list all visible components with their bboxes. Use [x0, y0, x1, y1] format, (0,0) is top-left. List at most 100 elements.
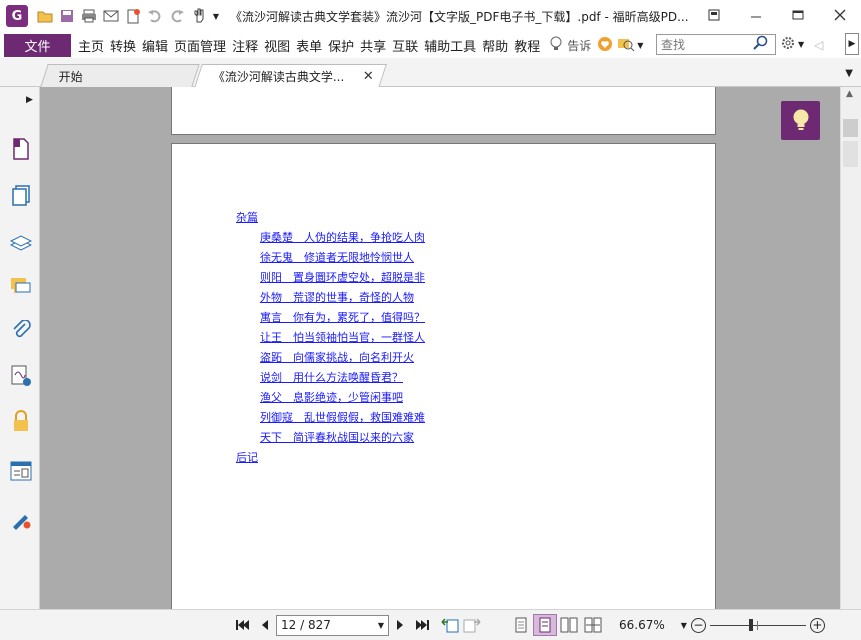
page-thumbnails-icon[interactable]: [9, 184, 33, 208]
menu-item-organize[interactable]: 页面管理: [171, 36, 229, 55]
scrollbar-track[interactable]: [843, 141, 858, 167]
previous-page-icon[interactable]: [254, 614, 276, 636]
zoom-slider[interactable]: [709, 615, 806, 635]
print-icon[interactable]: [78, 5, 100, 27]
tell-me-box[interactable]: 告诉: [549, 36, 591, 55]
next-view-icon[interactable]: [461, 614, 483, 636]
toc-chapter-link[interactable]: 徐无鬼 修道者无限地怜悯世人: [236, 248, 425, 268]
toc-chapter-link[interactable]: 渔父 息影绝迹，少管闲事吧: [236, 388, 425, 408]
toc-chapter-link[interactable]: 列御寇 乱世假假假，救国难难难: [236, 408, 425, 428]
open-folder-icon[interactable]: [34, 5, 56, 27]
chevron-left-icon[interactable]: ◁: [814, 38, 823, 52]
menu-item-protect[interactable]: 保护: [325, 36, 357, 55]
menu-item-comment[interactable]: 注释: [229, 36, 261, 55]
menu-item-home[interactable]: 主页: [75, 36, 107, 55]
lock-icon[interactable]: [9, 409, 33, 433]
menu-item-edit[interactable]: 编辑: [139, 36, 171, 55]
last-page-icon[interactable]: [411, 614, 433, 636]
table-of-contents: 杂篇 庚桑楚 人伪的结果，争抢吃人肉 徐无鬼 修道者无限地怜悯世人 则阳 置身圜环虚空…: [236, 208, 425, 468]
ribbon-expand-chevron-right-icon[interactable]: ▶: [845, 33, 859, 55]
minimize-icon[interactable]: [735, 0, 777, 30]
bookmark-icon[interactable]: [9, 137, 33, 161]
form-fields-icon[interactable]: [9, 459, 33, 483]
tips-lightbulb-icon[interactable]: [781, 101, 820, 140]
document-view[interactable]: 杂篇 庚桑楚 人伪的结果，争抢吃人肉 徐无鬼 修道者无限地怜悯世人 则阳 置身圜环虚空…: [40, 87, 840, 609]
previous-view-icon[interactable]: [439, 614, 461, 636]
find-options-icon[interactable]: [617, 36, 637, 55]
toc-chapter-link[interactable]: 则阳 置身圜环虚空处，超脱是非: [236, 268, 425, 288]
zoom-slider-center-tick: [756, 621, 758, 630]
tab-start-label: 开始: [58, 69, 83, 84]
continuous-facing-view-icon[interactable]: [581, 614, 605, 636]
menu-item-connect[interactable]: 互联: [389, 36, 421, 55]
tab-list-chevron-down-icon[interactable]: ▼: [845, 68, 853, 79]
next-page-icon[interactable]: [389, 614, 411, 636]
toc-chapter-link[interactable]: 天下 简评春秋战国以来的六家: [236, 428, 425, 448]
zoom-slider-handle[interactable]: [748, 619, 753, 631]
customize-toolbar-chevron-down-icon[interactable]: ▼: [210, 5, 222, 27]
certify-pen-icon[interactable]: [9, 507, 33, 531]
first-page-icon[interactable]: [232, 614, 254, 636]
menu-item-share[interactable]: 共享: [357, 36, 389, 55]
menu-item-view[interactable]: 视图: [261, 36, 293, 55]
tab-document[interactable]: 《流沙河解读古典文学... ✕: [194, 64, 387, 88]
toc-section-link[interactable]: 杂篇: [236, 208, 425, 228]
single-page-view-icon[interactable]: [509, 614, 533, 636]
tab-start[interactable]: 开始: [40, 64, 200, 87]
scrollbar-thumb[interactable]: [843, 119, 858, 137]
scroll-up-arrow-icon[interactable]: ▲: [846, 89, 853, 99]
toc-chapter-link[interactable]: 寓言 你有为，累死了，值得吗？: [236, 308, 425, 328]
vertical-scrollbar[interactable]: ▲: [840, 87, 861, 609]
close-icon[interactable]: [819, 0, 861, 30]
email-icon[interactable]: [100, 5, 122, 27]
document-tab-bar: 开始 《流沙河解读古典文学... ✕ ▼: [0, 58, 861, 88]
toc-section-link[interactable]: 后记: [236, 448, 425, 468]
menu-item-form[interactable]: 表单: [293, 36, 325, 55]
attachment-paperclip-icon[interactable]: [9, 319, 33, 343]
new-document-icon[interactable]: [122, 5, 144, 27]
zoom-level-value[interactable]: 66.67%: [619, 618, 665, 632]
layers-icon[interactable]: [9, 231, 33, 255]
signature-panel-icon[interactable]: [9, 364, 33, 388]
continuous-page-view-icon[interactable]: [533, 614, 557, 636]
menu-item-help[interactable]: 帮助: [479, 36, 511, 55]
settings-chevron-down-icon[interactable]: ▼: [798, 40, 804, 49]
toc-chapter-link[interactable]: 盗跖 向儒家挑战，向名利开火: [236, 348, 425, 368]
quick-access-toolbar: ▼: [34, 5, 222, 27]
zoom-in-icon[interactable]: +: [809, 617, 825, 633]
search-icon[interactable]: [753, 35, 769, 54]
facing-page-view-icon[interactable]: [557, 614, 581, 636]
current-page: 杂篇 庚桑楚 人伪的结果，争抢吃人肉 徐无鬼 修道者无限地怜悯世人 则阳 置身圜环虚空…: [171, 143, 716, 609]
heart-icon[interactable]: [597, 36, 613, 55]
app-logo-icon[interactable]: G: [6, 5, 28, 27]
toc-chapter-link[interactable]: 庚桑楚 人伪的结果，争抢吃人肉: [236, 228, 425, 248]
zoom-out-icon[interactable]: −: [690, 617, 706, 633]
page-list-chevron-down-icon[interactable]: ▼: [378, 621, 384, 630]
restore-ribbon-icon[interactable]: [693, 0, 735, 30]
menu-item-convert[interactable]: 转换: [107, 36, 139, 55]
file-menu-button[interactable]: 文件: [4, 33, 71, 57]
hand-tool-icon[interactable]: [188, 5, 210, 27]
redo-icon[interactable]: [166, 5, 188, 27]
menu-item-accessibility[interactable]: 辅助工具: [421, 36, 479, 55]
page-number-input[interactable]: 12 / 827 ▼: [276, 614, 389, 636]
tab-close-icon[interactable]: ✕: [363, 69, 374, 84]
undo-icon[interactable]: [144, 5, 166, 27]
sidebar-expand-chevron-right-icon[interactable]: ▶: [26, 95, 33, 105]
find-options-chevron-down-icon[interactable]: ▼: [637, 41, 643, 50]
title-bar: G ▼ 《流沙河解读古典文学套装》流沙河【文字版_PDF电子书_下载】.pdf …: [0, 0, 861, 32]
menu-item-tutorial[interactable]: 教程: [511, 36, 543, 55]
search-input[interactable]: [657, 35, 753, 54]
search-box: [656, 34, 776, 55]
zoom-options-chevron-down-icon[interactable]: ▼: [681, 621, 687, 630]
save-icon[interactable]: [56, 5, 78, 27]
toc-chapter-link[interactable]: 说剑 用什么方法唤醒昏君？: [236, 368, 425, 388]
previous-page: [171, 87, 716, 135]
maximize-icon[interactable]: [777, 0, 819, 30]
toc-chapter-link[interactable]: 外物 荒谬的世事，奇怪的人物: [236, 288, 425, 308]
comments-icon[interactable]: [9, 275, 33, 299]
status-bar: 12 / 827 ▼ 66.67% ▼ − +: [0, 609, 861, 640]
tell-me-label: 告诉: [567, 38, 592, 53]
gear-icon[interactable]: [780, 35, 796, 54]
toc-chapter-link[interactable]: 让王 怕当领袖怕当官，一群怪人: [236, 328, 425, 348]
